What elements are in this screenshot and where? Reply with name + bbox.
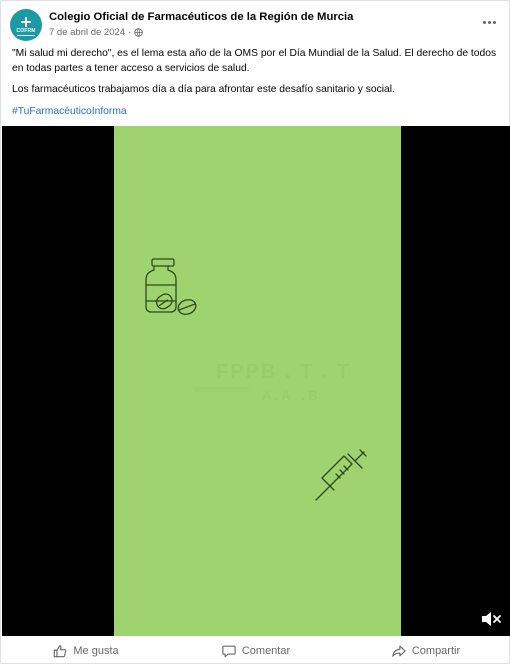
page-name[interactable]: Colegio Oficial de Farmacéuticos de la R… <box>49 11 353 23</box>
more-dot-icon <box>487 20 491 24</box>
post-actions-bar: Me gusta Comentar Compartir <box>1 637 510 664</box>
pharmacy-cross-icon <box>21 16 31 27</box>
share-arrow-icon <box>392 645 406 657</box>
post-header: COFRM Colegio Oficial de Farmacéuticos d… <box>1 1 510 45</box>
more-dot-icon <box>492 20 496 24</box>
share-button[interactable]: Compartir <box>341 637 510 664</box>
comment-button[interactable]: Comentar <box>171 637 341 664</box>
post-body: "Mi salud mi derecho", es el lema esta a… <box>12 47 504 126</box>
video-frame: FPPB . T . T A . A . . B <box>114 126 401 636</box>
more-options-button[interactable] <box>479 13 499 31</box>
comment-icon <box>222 645 236 658</box>
more-dot-icon <box>482 20 486 24</box>
post-card: COFRM Colegio Oficial de Farmacéuticos d… <box>0 0 510 664</box>
medicine-bottle-icon <box>145 258 197 315</box>
avatar-abbr: COFRM <box>16 27 36 34</box>
thumbs-up-icon <box>54 645 67 658</box>
post-paragraph-2: Los farmacéuticos trabajamos día a día p… <box>12 84 395 95</box>
comment-label: Comentar <box>241 645 291 657</box>
meta-separator: · <box>128 27 132 38</box>
hashtag-link[interactable]: #TuFarmacéuticoInforma <box>12 106 127 117</box>
like-label: Me gusta <box>73 645 119 657</box>
like-button[interactable]: Me gusta <box>1 637 171 664</box>
avatar-underline <box>17 34 35 36</box>
post-date[interactable]: 7 de abril de 2024 <box>49 27 125 38</box>
post-meta: 7 de abril de 2024 · <box>49 27 143 38</box>
ghost-bar <box>194 387 249 392</box>
post-paragraph-1: "Mi salud mi derecho", es el lema esta a… <box>12 48 497 74</box>
share-label: Compartir <box>411 645 461 657</box>
syringe-icon <box>315 449 367 501</box>
volume-mute-icon[interactable] <box>480 610 502 628</box>
ghost-subtitle: A . A . . B <box>262 388 318 403</box>
video-player[interactable]: FPPB . T . T A . A . . B <box>2 126 510 636</box>
ghost-title: FPPB . T . T <box>216 361 352 383</box>
globe-icon <box>134 28 143 37</box>
avatar[interactable]: COFRM <box>10 9 42 41</box>
